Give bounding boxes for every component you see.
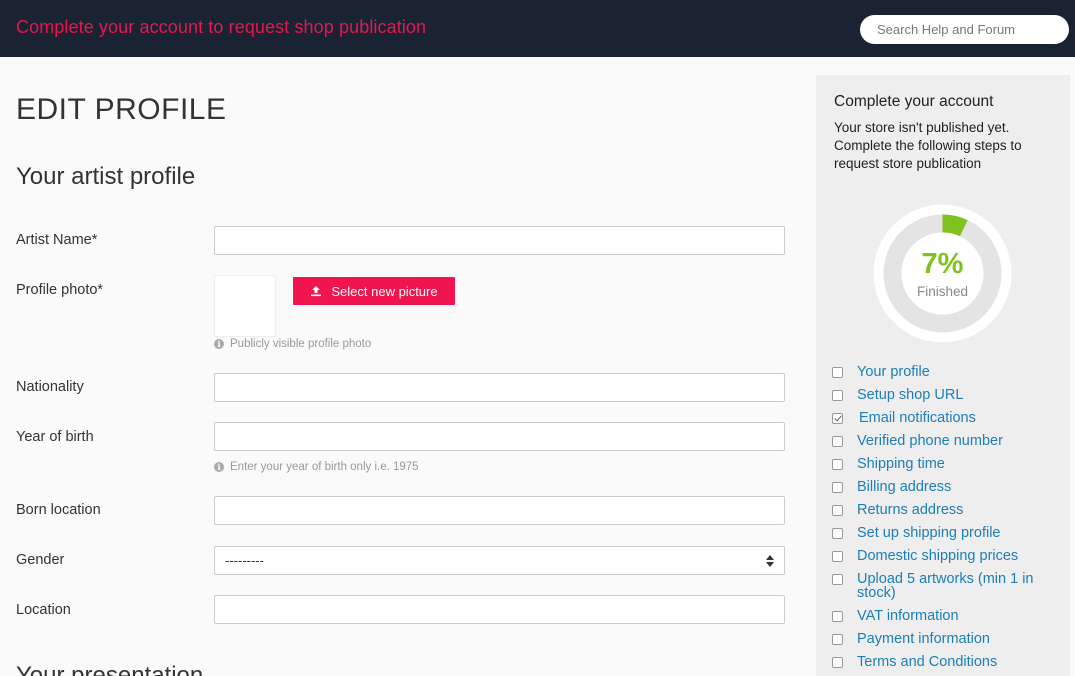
photo-hint: i Publicly visible profile photo: [214, 338, 371, 350]
step-item[interactable]: Upload 5 artworks (min 1 in stock): [832, 572, 1057, 600]
page-title: EDIT PROFILE: [16, 93, 227, 126]
profile-photo-preview: [214, 275, 276, 337]
upload-icon: [311, 286, 322, 297]
step-item[interactable]: VAT information: [832, 609, 1057, 623]
nationality-label: Nationality: [16, 379, 84, 395]
step-label[interactable]: Shipping time: [857, 457, 1057, 472]
year-of-birth-label: Year of birth: [16, 429, 94, 445]
step-label[interactable]: Verified phone number: [857, 434, 1057, 449]
info-icon: i: [214, 339, 224, 349]
step-item[interactable]: Domestic shipping prices: [832, 549, 1057, 563]
step-label[interactable]: Setup shop URL: [857, 388, 1057, 403]
year-hint: i Enter your year of birth only i.e. 197…: [214, 461, 419, 473]
photo-hint-text: Publicly visible profile photo: [230, 338, 372, 350]
step-checkbox[interactable]: [832, 657, 843, 668]
step-item[interactable]: Set up shipping profile: [832, 526, 1057, 540]
step-checkbox-checked[interactable]: [832, 413, 843, 424]
step-checkbox[interactable]: [832, 611, 843, 622]
step-item[interactable]: Email notifications: [832, 411, 1059, 425]
select-arrows-icon: [766, 554, 774, 567]
step-item[interactable]: Verified phone number: [832, 434, 1057, 448]
info-icon: i: [214, 462, 224, 472]
top-bar: Complete your account to request shop pu…: [0, 0, 1075, 57]
gender-label: Gender: [16, 552, 65, 568]
year-hint-text: Enter your year of birth only i.e. 1975: [230, 461, 419, 473]
artist-name-input[interactable]: [214, 226, 785, 255]
step-checkbox[interactable]: [832, 505, 843, 516]
step-checkbox[interactable]: [832, 634, 843, 645]
step-checkbox[interactable]: [832, 528, 843, 539]
completion-sidebar: Complete your account Your store isn't p…: [816, 75, 1070, 676]
step-label[interactable]: Email notifications: [859, 411, 1059, 426]
born-location-label: Born location: [16, 502, 101, 518]
step-label[interactable]: Set up shipping profile: [857, 526, 1057, 541]
progress-label: Finished: [916, 284, 969, 299]
gender-select[interactable]: ---------: [214, 546, 785, 575]
year-of-birth-input[interactable]: [214, 422, 785, 451]
sidebar-title: Complete your account: [834, 93, 994, 110]
step-checkbox[interactable]: [832, 390, 843, 401]
step-label[interactable]: Your profile: [857, 365, 1057, 380]
sidebar-description: Your store isn't published yet. Complete…: [834, 120, 1022, 171]
profile-photo-label: Profile photo*: [16, 282, 104, 298]
step-label[interactable]: Payment information: [857, 632, 1057, 647]
step-label[interactable]: Terms and Conditions: [857, 655, 1057, 670]
step-label[interactable]: Billing address: [857, 480, 1057, 495]
step-item[interactable]: Setup shop URL: [832, 388, 1057, 402]
step-item[interactable]: Shipping time: [832, 457, 1057, 471]
nationality-input[interactable]: [214, 373, 785, 402]
step-checkbox[interactable]: [832, 436, 843, 447]
step-checkbox[interactable]: [832, 482, 843, 493]
step-item[interactable]: Your profile: [832, 365, 1057, 379]
step-label[interactable]: Domestic shipping prices: [857, 549, 1057, 564]
presentation-section-title: Your presentation: [16, 664, 203, 676]
step-checkbox[interactable]: [832, 551, 843, 562]
step-label[interactable]: VAT information: [857, 609, 1057, 624]
born-location-input[interactable]: [214, 496, 785, 525]
step-item[interactable]: Payment information: [832, 632, 1057, 646]
header-title: Complete your account to request shop pu…: [16, 17, 427, 37]
step-item[interactable]: Billing address: [832, 480, 1057, 494]
location-label: Location: [16, 602, 71, 618]
step-checkbox[interactable]: [832, 574, 843, 585]
step-checkbox[interactable]: [832, 459, 843, 470]
select-picture-button[interactable]: Select new picture: [293, 277, 455, 305]
select-picture-label: Select new picture: [331, 283, 438, 299]
step-checkbox[interactable]: [832, 367, 843, 378]
artist-name-label: Artist Name*: [16, 232, 98, 248]
step-label[interactable]: Upload 5 artworks (min 1 in stock): [857, 572, 1057, 601]
search-input[interactable]: [860, 15, 1069, 44]
section-title: Your artist profile: [16, 163, 196, 190]
step-item[interactable]: Terms and Conditions: [832, 655, 1057, 669]
progress-ring: 7% Finished: [873, 204, 1012, 343]
step-label[interactable]: Returns address: [857, 503, 1057, 518]
gender-selected-value: ---------: [225, 553, 264, 568]
progress-percent: 7%: [921, 248, 964, 280]
step-item[interactable]: Returns address: [832, 503, 1057, 517]
location-input[interactable]: [214, 595, 785, 624]
